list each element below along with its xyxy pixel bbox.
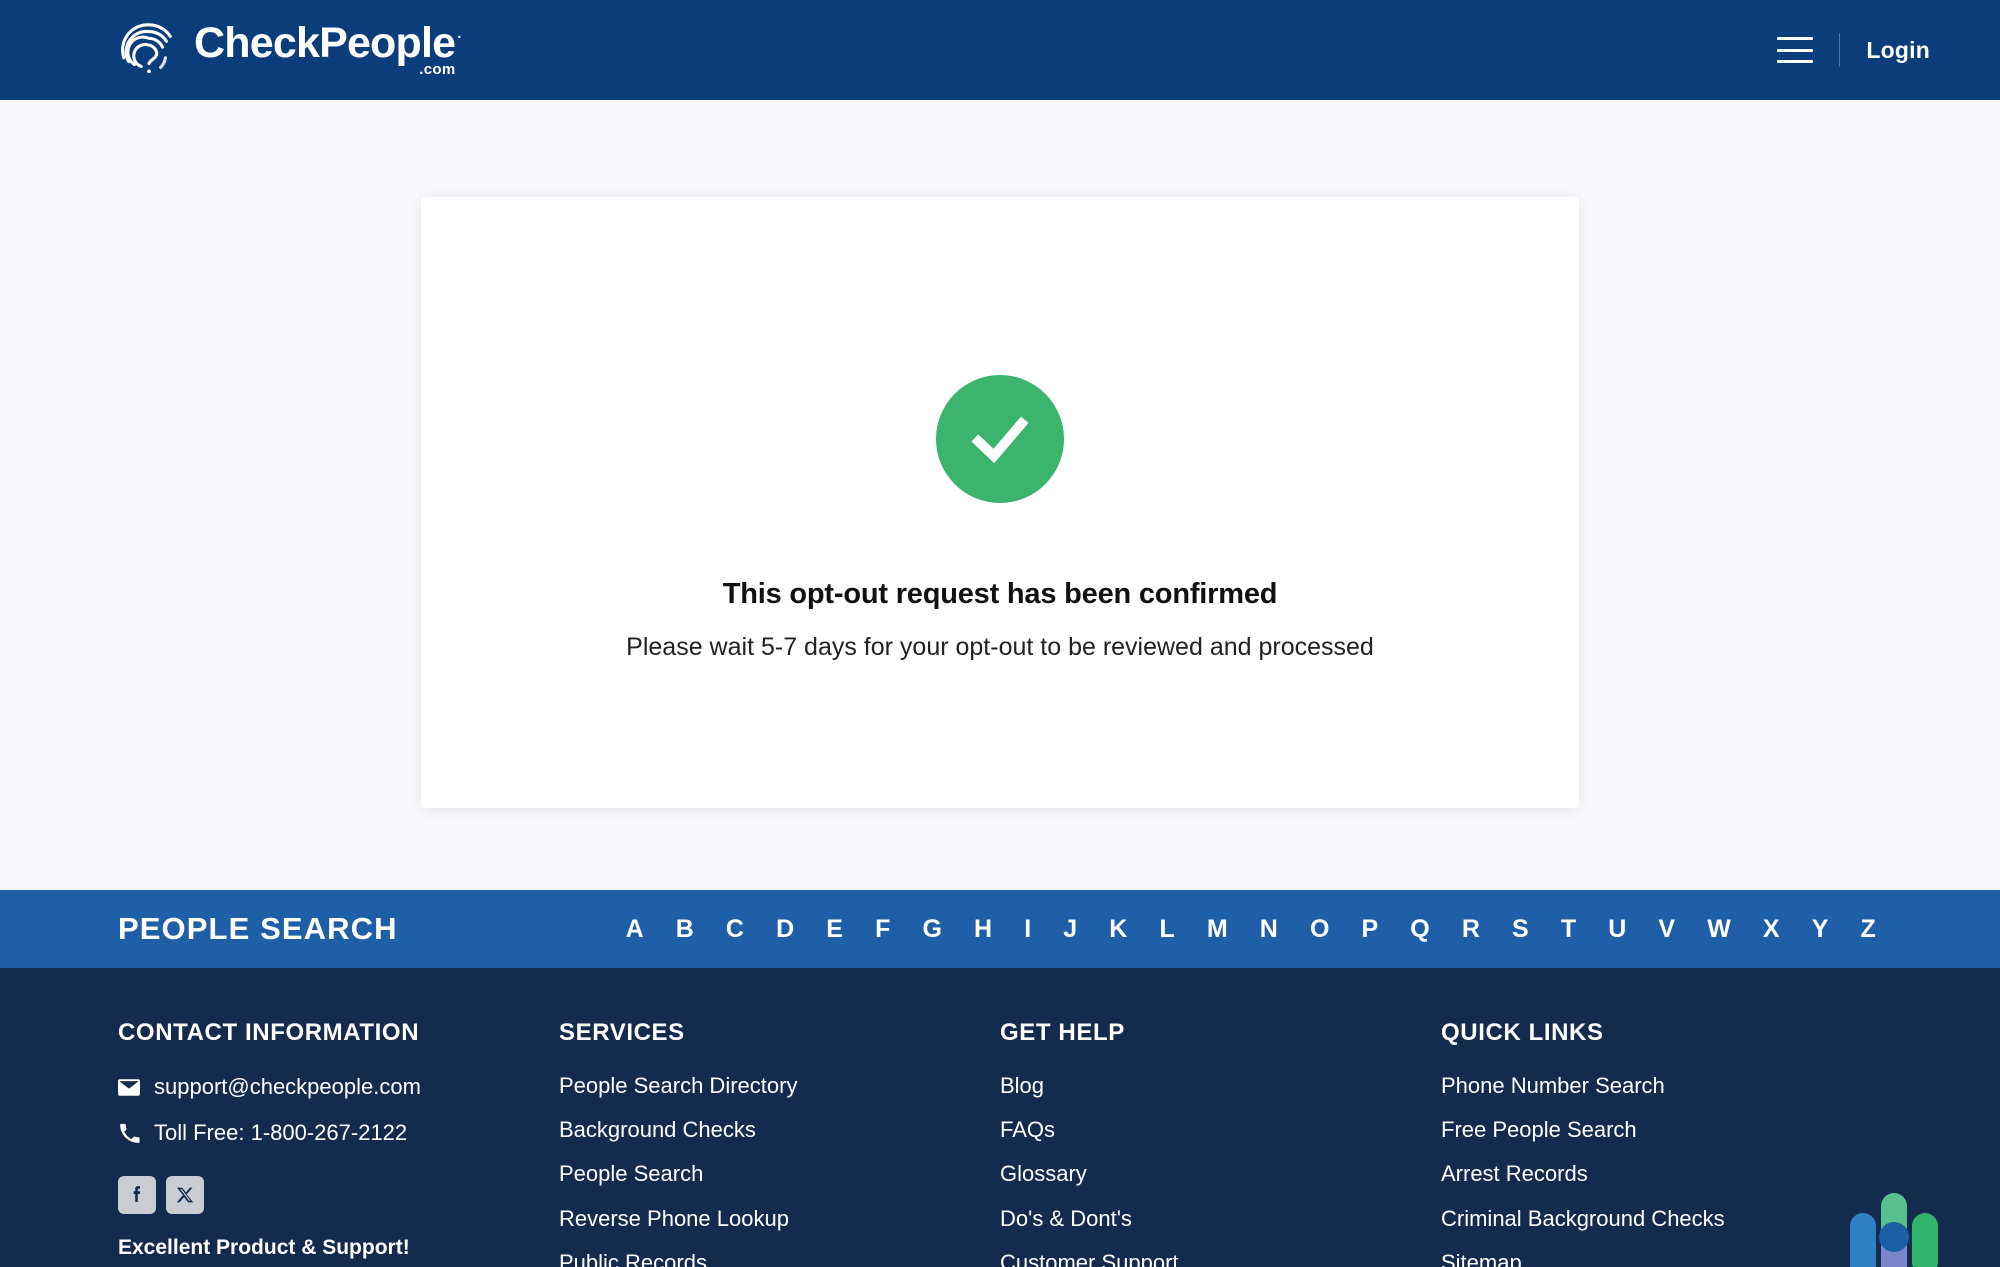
page-root: CheckPeople· .com Login This opt-out req… — [0, 0, 2000, 1267]
alphabet-letter-g[interactable]: G — [922, 917, 941, 942]
footer-column-quick-links: QUICK LINKS Phone Number Search Free Peo… — [1441, 1019, 1882, 1267]
footer-link-reverse-phone-lookup[interactable]: Reverse Phone Lookup — [559, 1207, 1000, 1231]
footer-email-row: support@checkpeople.com — [118, 1074, 559, 1100]
footer-link-people-search-directory[interactable]: People Search Directory — [559, 1074, 1000, 1098]
footer-link-background-checks[interactable]: Background Checks — [559, 1118, 1000, 1142]
alphabet-letter-f[interactable]: F — [875, 917, 890, 942]
footer-phone-row: Toll Free: 1-800-267-2122 — [118, 1120, 559, 1146]
page-title: This opt-out request has been confirmed — [723, 578, 1278, 611]
footer-quick-title: QUICK LINKS — [1441, 1019, 1882, 1047]
footer-link-public-records[interactable]: Public Records — [559, 1251, 1000, 1267]
confirmation-card: This opt-out request has been confirmed … — [421, 197, 1579, 808]
brand-logo[interactable]: CheckPeople· .com — [118, 19, 461, 81]
alphabet-bar-title: PEOPLE SEARCH — [118, 911, 398, 947]
alphabet-letter-z[interactable]: Z — [1861, 917, 1876, 942]
footer-link-blog[interactable]: Blog — [1000, 1074, 1441, 1098]
alphabet-letter-b[interactable]: B — [676, 917, 694, 942]
footer-social-links — [118, 1176, 559, 1214]
footer-contact-title: CONTACT INFORMATION — [118, 1019, 559, 1047]
alphabet-letter-x[interactable]: X — [1763, 917, 1780, 942]
alphabet-letter-i[interactable]: I — [1024, 917, 1031, 942]
alphabet-letter-w[interactable]: W — [1707, 917, 1731, 942]
site-header: CheckPeople· .com Login — [0, 0, 2000, 100]
footer-link-faqs[interactable]: FAQs — [1000, 1118, 1441, 1142]
login-button[interactable]: Login — [1866, 37, 1930, 64]
phone-icon — [118, 1122, 140, 1144]
alphabet-letter-n[interactable]: N — [1260, 917, 1278, 942]
x-twitter-icon[interactable] — [166, 1176, 204, 1214]
footer-link-people-search[interactable]: People Search — [559, 1162, 1000, 1186]
alphabet-letter-h[interactable]: H — [974, 917, 992, 942]
alphabet-letter-c[interactable]: C — [726, 917, 744, 942]
brand-name: CheckPeople· — [194, 22, 461, 65]
footer-link-arrest-records[interactable]: Arrest Records — [1441, 1162, 1882, 1186]
brand-registered-mark: · — [457, 29, 461, 46]
main-content: This opt-out request has been confirmed … — [0, 100, 2000, 890]
alphabet-letter-u[interactable]: U — [1608, 917, 1626, 942]
alphabet-letter-p[interactable]: P — [1362, 917, 1379, 942]
alphabet-letter-j[interactable]: J — [1063, 917, 1077, 942]
brand-text: CheckPeople· .com — [194, 22, 461, 78]
footer-services-title: SERVICES — [559, 1019, 1000, 1047]
footer-link-free-people-search[interactable]: Free People Search — [1441, 1118, 1882, 1142]
fingerprint-question-icon — [118, 19, 180, 81]
alphabet-letter-a[interactable]: A — [626, 917, 644, 942]
page-subtitle: Please wait 5-7 days for your opt-out to… — [626, 633, 1374, 662]
alphabet-letter-t[interactable]: T — [1561, 917, 1576, 942]
alphabet-letter-y[interactable]: Y — [1812, 917, 1829, 942]
footer-link-dos-and-donts[interactable]: Do's & Dont's — [1000, 1207, 1441, 1231]
footer-link-phone-number-search[interactable]: Phone Number Search — [1441, 1074, 1882, 1098]
footer-link-sitemap[interactable]: Sitemap — [1441, 1251, 1882, 1267]
footer-column-services: SERVICES People Search Directory Backgro… — [559, 1019, 1000, 1267]
alphabet-letter-d[interactable]: D — [776, 917, 794, 942]
alphabet-letter-m[interactable]: M — [1207, 917, 1228, 942]
alphabet-letter-o[interactable]: O — [1310, 917, 1329, 942]
footer-phone-link[interactable]: Toll Free: 1-800-267-2122 — [154, 1120, 407, 1146]
alphabet-letter-v[interactable]: V — [1658, 917, 1675, 942]
alphabet-letter-l[interactable]: L — [1159, 917, 1174, 942]
envelope-icon — [118, 1076, 140, 1098]
footer-rating-label: Excellent Product & Support! — [118, 1236, 559, 1260]
footer-link-criminal-background-checks[interactable]: Criminal Background Checks — [1441, 1207, 1882, 1231]
facebook-icon[interactable] — [118, 1176, 156, 1214]
alphabet-letter-list: A B C D E F G H I J K L M N O P Q R S T … — [626, 917, 1876, 942]
footer-help-title: GET HELP — [1000, 1019, 1441, 1047]
header-divider — [1839, 33, 1840, 67]
green-check-circle-icon — [936, 375, 1064, 503]
footer-link-customer-support[interactable]: Customer Support — [1000, 1251, 1441, 1267]
footer-email-link[interactable]: support@checkpeople.com — [154, 1074, 421, 1100]
header-actions: Login — [1777, 33, 1930, 67]
people-search-alphabet-bar: PEOPLE SEARCH A B C D E F G H I J K L M … — [0, 890, 2000, 968]
alphabet-letter-r[interactable]: R — [1462, 917, 1480, 942]
chat-widget-logo[interactable] — [1846, 1187, 1942, 1267]
footer-column-contact: CONTACT INFORMATION support@checkpeople.… — [118, 1019, 559, 1267]
footer-column-get-help: GET HELP Blog FAQs Glossary Do's & Dont'… — [1000, 1019, 1441, 1267]
site-footer: CONTACT INFORMATION support@checkpeople.… — [0, 968, 2000, 1267]
footer-link-glossary[interactable]: Glossary — [1000, 1162, 1441, 1186]
alphabet-letter-e[interactable]: E — [826, 917, 843, 942]
alphabet-letter-s[interactable]: S — [1512, 917, 1529, 942]
alphabet-letter-q[interactable]: Q — [1410, 917, 1429, 942]
hamburger-menu-icon[interactable] — [1777, 37, 1813, 63]
alphabet-letter-k[interactable]: K — [1109, 917, 1127, 942]
